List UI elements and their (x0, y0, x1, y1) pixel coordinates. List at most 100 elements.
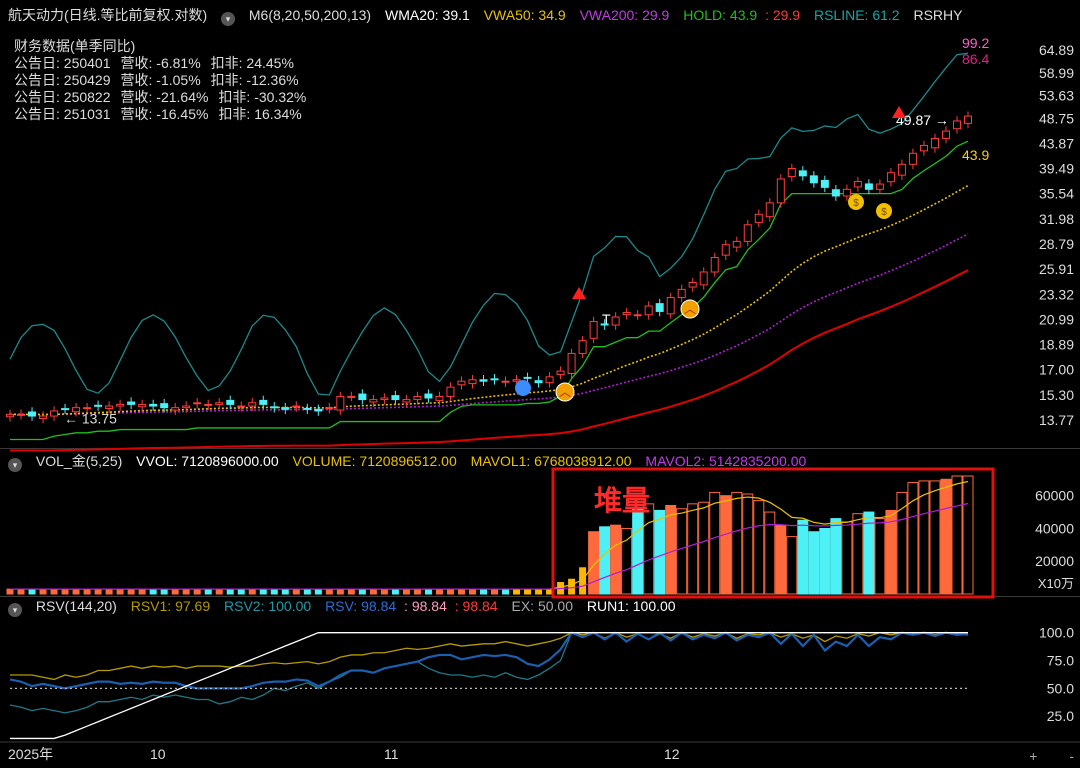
rsv-v1: : 98.84 (404, 598, 447, 614)
volume-bar (502, 588, 510, 595)
zoom-out-button[interactable]: - (1069, 748, 1074, 764)
volume-bar (336, 588, 344, 595)
volume-bar (358, 588, 366, 595)
volume-bar (720, 495, 732, 595)
volume-bar (6, 588, 14, 595)
volume-bar (588, 531, 600, 595)
volume-bar (17, 588, 25, 595)
candle-body (721, 244, 730, 256)
fin-date: 公告日: 250429 (14, 72, 111, 88)
financial-row: 公告日: 250401 营收: -6.81% 扣非: 24.45% (14, 55, 316, 72)
volume-bar (524, 588, 532, 595)
financial-title: 财务数据(单季同比) (14, 38, 136, 54)
t-marker: T (602, 311, 611, 327)
y-tick-label: 28.79 (1039, 236, 1074, 252)
volume-bar (621, 527, 633, 595)
candle-body (919, 144, 928, 152)
volume-bar (786, 536, 798, 595)
stacked-volume-frame (551, 467, 995, 599)
stacked-volume-label: 堆量 (594, 485, 650, 516)
volume-bar (632, 508, 644, 595)
candle-body (138, 403, 147, 408)
candle-body (391, 395, 400, 401)
rsv-rsv1: RSV1: 97.69 (130, 598, 211, 614)
volume-bar (259, 588, 267, 595)
vwa50-line (10, 184, 969, 416)
candle-body (842, 188, 851, 197)
candle-body (149, 403, 158, 407)
candle-body (732, 240, 741, 248)
candle-body (534, 380, 543, 384)
volume-bar (687, 503, 699, 595)
volume-bar (325, 588, 333, 595)
candle-body (94, 404, 103, 407)
candle-body (457, 380, 466, 386)
chevron-down-icon[interactable]: ▾ (8, 458, 22, 472)
candle-body (314, 408, 323, 412)
candle-body (116, 403, 125, 407)
wma20-label: WMA20: 39.1 (384, 7, 470, 23)
zoom-in-button[interactable]: + (1029, 748, 1037, 764)
candle-body (468, 379, 477, 385)
candle-body (259, 399, 268, 405)
volume-bar (568, 578, 576, 595)
volume-bar (127, 588, 135, 595)
candle-body (930, 137, 939, 149)
candle-body (523, 376, 532, 379)
y-tick-label: 31.98 (1039, 211, 1074, 227)
volume-bar (369, 588, 377, 595)
y-tick-label: 43.87 (1039, 135, 1074, 151)
candle-body (105, 405, 114, 409)
rs-value-pink: 99.2 (962, 35, 989, 51)
candle-body (556, 370, 565, 375)
candle-body (413, 395, 422, 401)
candle-body (666, 297, 675, 315)
candle-body (589, 321, 598, 339)
candle-body (281, 407, 290, 410)
vol-y-tick-label: 20000 (1035, 553, 1074, 569)
volume-bar (654, 509, 666, 595)
volume-bar (28, 588, 36, 595)
candle-body (809, 175, 818, 184)
candle-body (710, 257, 719, 273)
candle-body (39, 415, 48, 419)
rsv-rsv: RSV: 98.84 (325, 598, 397, 614)
candle-body (864, 183, 873, 190)
sell-arrow-icon (572, 287, 586, 299)
y-tick-label: 53.63 (1039, 87, 1074, 103)
fin-rev: 营收: -21.64% (120, 89, 209, 105)
candle-body (358, 393, 367, 401)
volume-header: ▾ VOL_金(5,25) VVOL: 7120896000.00 VOLUME… (8, 451, 816, 479)
volume-bar (281, 588, 289, 595)
y-tick-label: 15.30 (1039, 387, 1074, 403)
hold-val2: : 29.9 (765, 7, 801, 23)
divider (0, 596, 1080, 597)
candle-body (512, 379, 521, 382)
candle-body (655, 303, 664, 312)
volume-bar (204, 588, 212, 595)
volume-bar (863, 511, 875, 595)
rsv-line-rsv (9, 631, 969, 690)
candle-body (964, 115, 972, 124)
y-tick-label: 25.91 (1039, 261, 1074, 277)
candle-body (435, 395, 444, 401)
volume-bar (896, 491, 908, 595)
candle-body (699, 271, 708, 286)
volume-bar (457, 588, 465, 595)
fin-net: 扣非: -12.36% (210, 72, 299, 88)
rsv-header: ▾ RSV(144,20) RSV1: 97.69 RSV2: 100.00 R… (8, 598, 686, 626)
y-tick-label: 58.99 (1039, 65, 1074, 81)
chevron-down-icon[interactable]: ▾ (221, 12, 235, 26)
volume-bar (775, 524, 787, 595)
volume-bar (557, 582, 565, 595)
candle-body (204, 403, 213, 406)
candle-body (677, 288, 686, 299)
vol-y-tick-label: 60000 (1035, 488, 1074, 504)
rsv-line-rsv2 (9, 632, 968, 714)
vwa200-line (10, 233, 969, 416)
main-header: 航天动力(日线.等比前复权.对数) ▾ M6(8,20,50,200,13) W… (8, 5, 973, 33)
volume-bar (446, 588, 454, 595)
divider (0, 448, 1080, 449)
blue-ball-icon (515, 380, 531, 396)
chevron-down-icon[interactable]: ▾ (8, 603, 22, 617)
